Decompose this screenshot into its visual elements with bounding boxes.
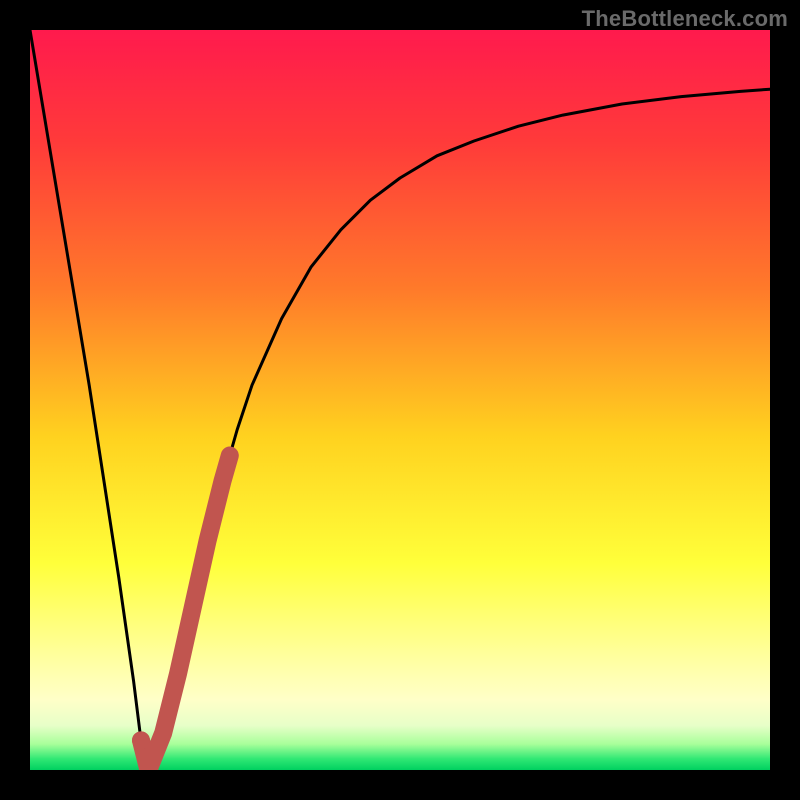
highlight-hook [132,731,150,749]
plot-area [30,30,770,770]
watermark-text: TheBottleneck.com [582,6,788,32]
gradient-background [30,30,770,770]
chart-svg [30,30,770,770]
chart-frame: TheBottleneck.com [0,0,800,800]
